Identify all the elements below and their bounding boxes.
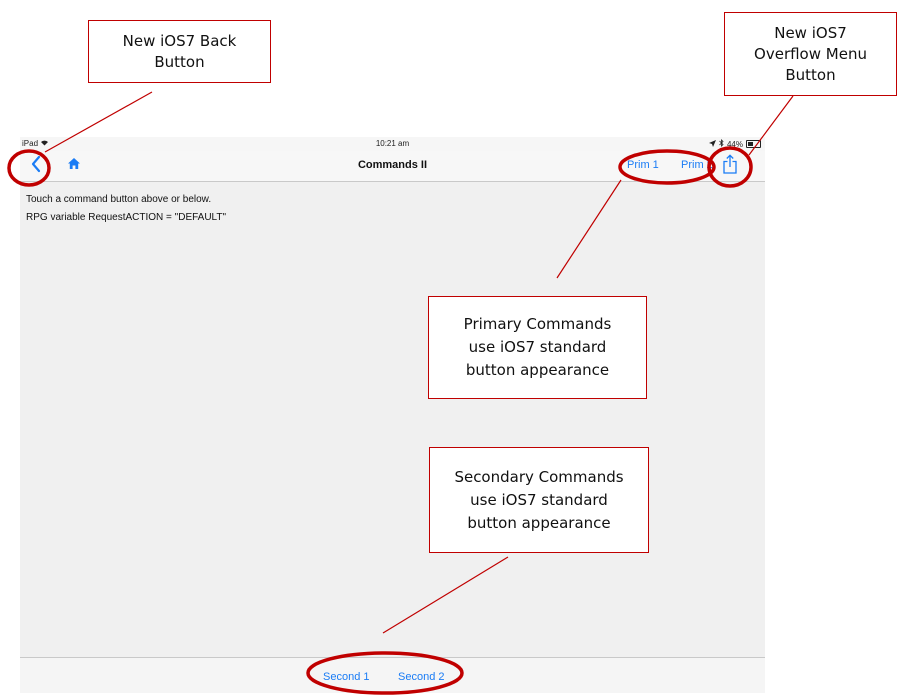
- share-icon: [723, 153, 737, 179]
- callout-back-button-text: New iOS7 Back Button: [122, 31, 237, 71]
- secondary-command-2[interactable]: Second 2: [398, 671, 444, 683]
- location-icon: [708, 139, 716, 149]
- status-time: 10:21 am: [375, 139, 410, 148]
- secondary-command-1[interactable]: Second 1: [323, 671, 369, 683]
- status-bar: iPad 10:21 am 44%: [20, 137, 765, 151]
- callout-back-button: New iOS7 Back Button: [88, 20, 271, 83]
- battery-icon: [746, 140, 761, 148]
- primary-command-1[interactable]: Prim 1: [627, 159, 659, 171]
- primary-command-2[interactable]: Prim 2: [681, 159, 713, 171]
- callout-primary-commands-text: Primary Commands use iOS7 standard butto…: [463, 315, 612, 379]
- rpg-variable-text: RPG variable RequestACTION = "DEFAULT": [26, 212, 227, 223]
- navigation-bar: Commands II Prim 1 Prim 2: [20, 151, 765, 182]
- callout-overflow-button: New iOS7 Overflow Menu Button: [724, 12, 897, 96]
- bluetooth-icon: [719, 139, 724, 149]
- bottom-toolbar: Second 1 Second 2: [20, 657, 765, 693]
- callout-secondary-commands-text: Secondary Commands use iOS7 standard but…: [454, 467, 624, 532]
- battery-percent: 44%: [726, 139, 743, 149]
- content-area: Touch a command button above or below. R…: [26, 191, 226, 227]
- callout-primary-commands: Primary Commands use iOS7 standard butto…: [428, 296, 647, 399]
- status-right: 44%: [708, 139, 761, 149]
- overflow-menu-button[interactable]: [718, 153, 742, 179]
- ipad-screen: iPad 10:21 am 44% Commands II Prim 1 Pri…: [20, 137, 765, 693]
- callout-secondary-commands: Secondary Commands use iOS7 standard but…: [429, 447, 649, 553]
- instruction-text: Touch a command button above or below.: [26, 194, 212, 205]
- callout-overflow-button-text: New iOS7 Overflow Menu Button: [754, 23, 867, 84]
